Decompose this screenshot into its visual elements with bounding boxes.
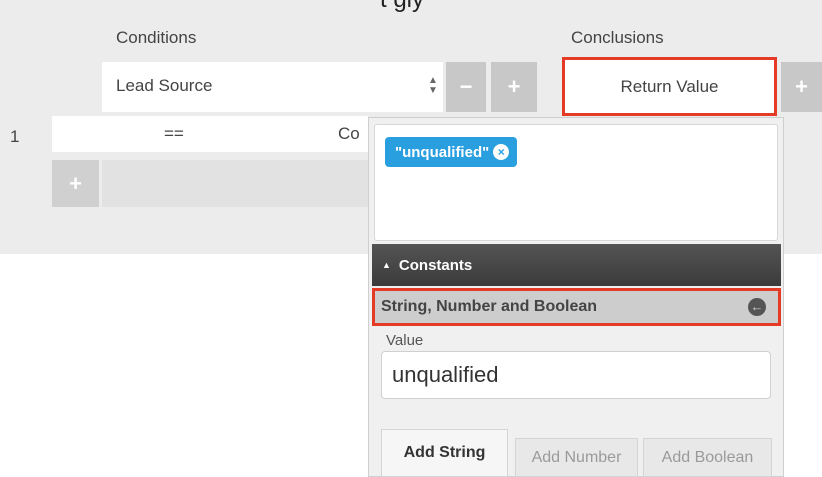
add-string-button[interactable]: Add String: [381, 429, 508, 477]
row-number: 1: [10, 127, 20, 146]
back-arrow-icon[interactable]: ←: [748, 298, 766, 316]
remove-condition-button[interactable]: −: [446, 62, 486, 112]
add-string-label: Add String: [403, 444, 486, 461]
sort-arrows-icon: ▲ ▼: [428, 75, 438, 96]
top-cut-text: t gly: [380, 0, 424, 14]
section-title: String, Number and Boolean: [381, 298, 598, 315]
string-number-boolean-section[interactable]: String, Number and Boolean ←: [372, 288, 781, 326]
add-conclusion-button[interactable]: +: [781, 62, 822, 112]
value-label: Value: [386, 332, 424, 349]
return-value-button[interactable]: Return Value: [562, 57, 777, 116]
value-tag-label: "unqualified": [395, 143, 490, 161]
lead-source-select[interactable]: Lead Source ▲ ▼: [102, 62, 443, 112]
remove-tag-icon[interactable]: ×: [493, 144, 510, 160]
conditions-header: Conditions: [116, 28, 197, 47]
add-condition-button[interactable]: +: [491, 62, 537, 112]
add-row-button[interactable]: +: [52, 160, 99, 207]
add-row-strip: [102, 160, 368, 207]
value-input[interactable]: unqualified: [381, 351, 771, 399]
constants-header-label: Constants: [398, 256, 473, 274]
lead-source-select-value: Lead Source: [116, 76, 213, 95]
condition-value-cut: Co: [338, 124, 360, 143]
constants-header[interactable]: ▲ Constants: [372, 244, 781, 286]
row-select-cell[interactable]: [52, 116, 102, 152]
conclusions-header: Conclusions: [571, 28, 664, 47]
condition-row-cell[interactable]: == Co: [102, 116, 368, 152]
collapse-arrow-icon: ▲: [382, 260, 391, 270]
operator-value: ==: [164, 124, 184, 143]
add-boolean-button[interactable]: Add Boolean: [643, 438, 772, 477]
return-value-label: Return Value: [620, 76, 719, 96]
value-tag[interactable]: "unqualified" ×: [385, 137, 518, 167]
add-number-button[interactable]: Add Number: [515, 438, 638, 477]
